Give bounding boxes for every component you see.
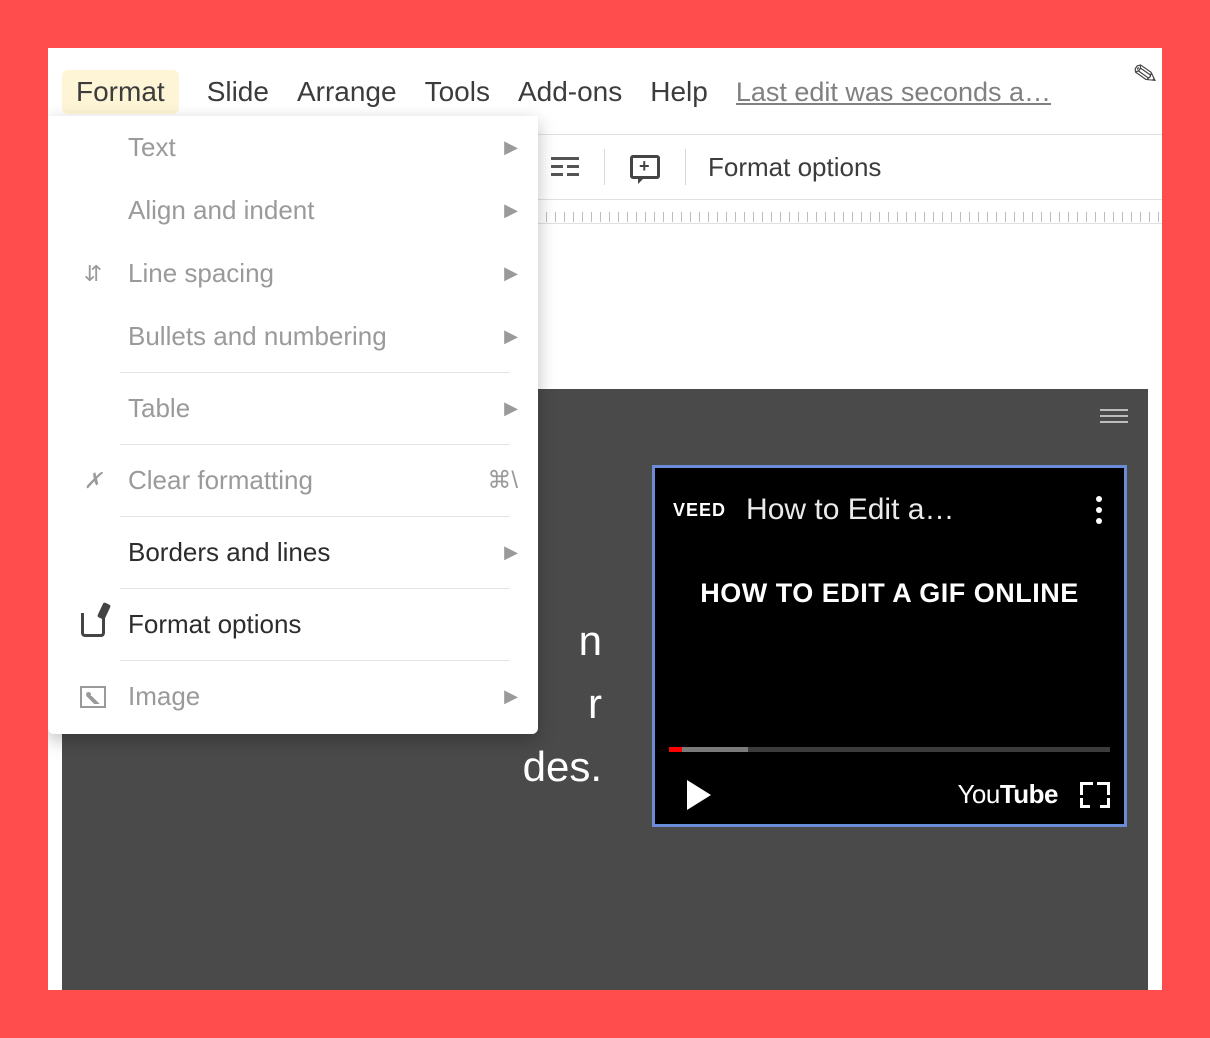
comment-icon[interactable] — [627, 153, 663, 181]
chevron-right-icon: ▶ — [504, 137, 518, 158]
separator — [685, 149, 686, 185]
menu-item-text[interactable]: Text ▶ — [48, 116, 538, 179]
video-header: VEED How to Edit a… — [655, 468, 1124, 540]
youtube-video-embed[interactable]: VEED How to Edit a… HOW TO EDIT A GIF ON… — [652, 465, 1127, 827]
menu-item-line-spacing[interactable]: Line spacing ▶ — [48, 242, 538, 305]
menu-item-clear-formatting[interactable]: Clear formatting ⌘\ — [48, 449, 538, 512]
chevron-right-icon: ▶ — [504, 263, 518, 284]
menu-item-image[interactable]: Image ▶ — [48, 665, 538, 728]
chevron-right-icon: ▶ — [504, 686, 518, 707]
menu-format[interactable]: Format — [62, 70, 179, 114]
video-progress-bar[interactable] — [669, 747, 1110, 752]
format-menu-dropdown: Text ▶ Align and indent ▶ Line spacing ▶… — [48, 116, 538, 734]
video-title[interactable]: How to Edit a… — [746, 493, 1072, 527]
app-window: ✎ Format Slide Arrange Tools Add-ons Hel… — [48, 48, 1162, 990]
format-options-button[interactable]: Format options — [708, 152, 881, 183]
line-spacing-icon — [76, 261, 110, 287]
menu-item-align-indent[interactable]: Align and indent ▶ — [48, 179, 538, 242]
play-icon[interactable] — [687, 780, 711, 810]
fullscreen-icon[interactable] — [1080, 782, 1110, 808]
menu-item-table[interactable]: Table ▶ — [48, 377, 538, 440]
menu-item-bullets-numbering[interactable]: Bullets and numbering ▶ — [48, 305, 538, 368]
chevron-right-icon: ▶ — [504, 398, 518, 419]
table-icon[interactable] — [546, 153, 582, 181]
menu-item-borders-lines[interactable]: Borders and lines ▶ — [48, 521, 538, 584]
paint-roller-icon — [76, 613, 110, 637]
youtube-logo[interactable]: YouTube — [957, 779, 1058, 810]
chevron-right-icon: ▶ — [504, 542, 518, 563]
text-line: des. — [522, 735, 602, 798]
menu-divider — [120, 372, 510, 373]
menu-item-format-options[interactable]: Format options — [48, 593, 538, 656]
video-controls: YouTube — [669, 779, 1110, 810]
menu-help[interactable]: Help — [650, 76, 708, 108]
chevron-right-icon: ▶ — [504, 326, 518, 347]
menu-slide[interactable]: Slide — [207, 76, 269, 108]
played-segment — [669, 747, 682, 752]
ruler — [528, 200, 1162, 224]
chevron-right-icon: ▶ — [504, 200, 518, 221]
menu-divider — [120, 516, 510, 517]
channel-logo: VEED — [673, 500, 726, 521]
shortcut-label: ⌘\ — [487, 466, 518, 495]
menu-addons[interactable]: Add-ons — [518, 76, 622, 108]
kebab-menu-icon[interactable] — [1092, 492, 1106, 528]
menu-divider — [120, 588, 510, 589]
image-icon — [76, 686, 110, 708]
clear-formatting-icon — [76, 468, 110, 494]
menu-arrange[interactable]: Arrange — [297, 76, 397, 108]
menu-tools[interactable]: Tools — [425, 76, 490, 108]
video-thumbnail-title: HOW TO EDIT A GIF ONLINE — [655, 540, 1124, 619]
last-edit-status[interactable]: Last edit was seconds a… — [736, 77, 1051, 108]
separator — [604, 149, 605, 185]
menu-divider — [120, 444, 510, 445]
slide-drag-handle-icon[interactable] — [1100, 409, 1128, 423]
menu-divider — [120, 660, 510, 661]
